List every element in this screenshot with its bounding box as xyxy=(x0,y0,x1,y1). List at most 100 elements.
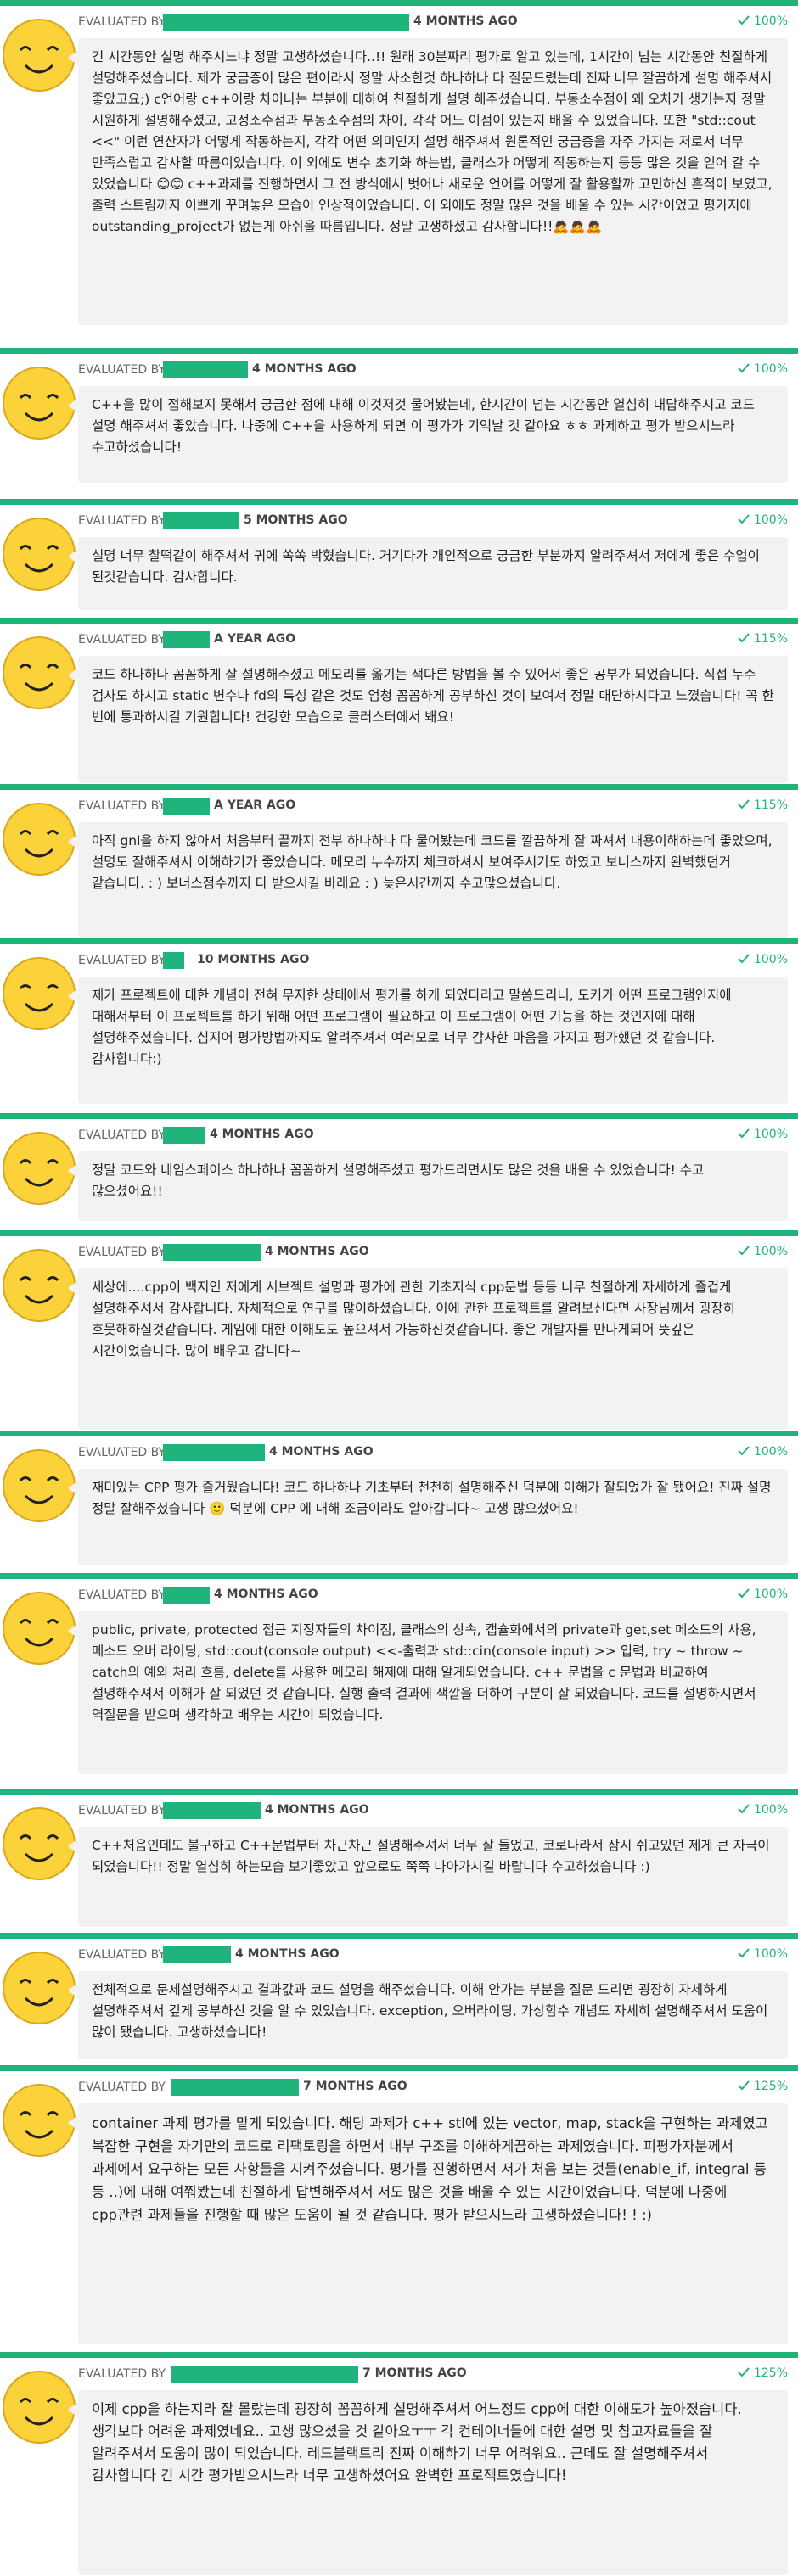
review-header: EVALUATED BY 4 MONTHS AGO 100% xyxy=(78,1127,788,1146)
evaluator-login-redacted[interactable] xyxy=(163,798,210,815)
score-value: 115% xyxy=(753,632,788,646)
review-card: EVALUATED BY 4 MONTHS AGO 100% 긴 시간동안 설명… xyxy=(0,0,798,326)
review-time: 4 MONTHS AGO xyxy=(265,1245,369,1258)
evaluated-by-label: EVALUATED BY xyxy=(78,633,166,647)
review-comment: 전체적으로 문제설명해주시고 결과값과 코드 설명을 해주셨습니다. 이해 안가… xyxy=(68,1971,788,2059)
evaluator-login-redacted[interactable] xyxy=(163,1802,261,1819)
review-score: 100% xyxy=(737,1445,788,1459)
evaluated-by-label: EVALUATED BY xyxy=(78,1948,166,1962)
score-value: 115% xyxy=(753,798,788,812)
review-card: EVALUATED BY 4 MONTHS AGO 100% C++을 많이 접… xyxy=(0,348,798,485)
review-card: EVALUATED BY 10 MONTHS AGO 100% 제가 프로젝트에… xyxy=(0,938,798,1105)
review-score: 100% xyxy=(737,1245,788,1258)
review-header: EVALUATED BY 4 MONTHS AGO 100% xyxy=(78,1587,788,1606)
review-card: EVALUATED BY 5 MONTHS AGO 100% 설명 너무 찰떡같… xyxy=(0,499,798,611)
evaluated-by-label: EVALUATED BY xyxy=(78,15,166,29)
review-header: EVALUATED BY 5 MONTHS AGO 100% xyxy=(78,512,788,532)
evaluator-login-redacted[interactable] xyxy=(163,361,248,378)
evaluated-by-label: EVALUATED BY xyxy=(78,1446,166,1459)
review-comment: 이제 cpp을 하는지라 잘 몰랐는데 굉장히 꼼꼼하게 설명해주셔서 어느정도… xyxy=(68,2390,788,2575)
score-value: 100% xyxy=(753,1588,788,1601)
review-comment: 아직 gnl을 하지 않아서 처음부터 끝까지 전부 하나하나 다 물어봤는데 … xyxy=(68,822,788,938)
review-card: EVALUATED BY 4 MONTHS AGO 100% 정말 코드와 네임… xyxy=(0,1113,798,1222)
review-score: 125% xyxy=(737,2366,788,2380)
review-card: EVALUATED BY 4 MONTHS AGO 100% 재미있는 CPP … xyxy=(0,1431,798,1566)
smiley-face-icon xyxy=(3,518,76,591)
review-time: 5 MONTHS AGO xyxy=(244,513,348,527)
review-header: EVALUATED BY A YEAR AGO 115% xyxy=(78,798,788,817)
evaluator-login-redacted[interactable] xyxy=(163,1946,231,1963)
evaluator-login-redacted[interactable] xyxy=(163,1244,261,1261)
review-comment: 설명 너무 찰떡같이 해주셔서 귀에 쏙쏙 박혔습니다. 거기다가 개인적으로 … xyxy=(68,537,788,610)
smiley-face-icon xyxy=(3,803,76,876)
review-time: 7 MONTHS AGO xyxy=(303,2080,407,2093)
review-comment: public, private, protected 접근 지정자들의 차이점,… xyxy=(68,1611,788,1774)
review-time: 7 MONTHS AGO xyxy=(362,2366,467,2380)
evaluator-login-redacted[interactable] xyxy=(163,631,210,648)
evaluated-by-label: EVALUATED BY xyxy=(78,1588,166,1602)
score-value: 100% xyxy=(753,1445,788,1459)
evaluator-login-redacted[interactable] xyxy=(163,512,239,529)
review-card: EVALUATED BY 4 MONTHS AGO 100% 세상에....cp… xyxy=(0,1230,798,1431)
review-card: EVALUATED BY A YEAR AGO 115% 코드 하나하나 꼼꼼하… xyxy=(0,618,798,784)
review-score: 100% xyxy=(737,513,788,527)
evaluated-by-label: EVALUATED BY xyxy=(78,1128,166,1142)
evaluated-by-label: EVALUATED BY xyxy=(78,799,166,813)
evaluated-by-label: EVALUATED BY xyxy=(78,2080,166,2094)
check-icon xyxy=(738,1948,750,1958)
review-time: 4 MONTHS AGO xyxy=(214,1588,318,1601)
evaluator-login-redacted[interactable] xyxy=(163,14,409,31)
review-card: EVALUATED BY 4 MONTHS AGO 100% C++처음인데도 … xyxy=(0,1789,798,1928)
review-comment: C++처음인데도 불구하고 C++문법부터 차근차근 설명해주셔서 너무 잘 들… xyxy=(68,1827,788,1927)
score-value: 100% xyxy=(753,14,788,28)
review-time: 4 MONTHS AGO xyxy=(269,1445,374,1459)
review-header: EVALUATED BY 4 MONTHS AGO 100% xyxy=(78,361,788,381)
evaluated-by-label: EVALUATED BY xyxy=(78,514,166,528)
review-comment: 정말 코드와 네임스페이스 하나하나 꼼꼼하게 설명해주셨고 평가드리면서도 많… xyxy=(68,1151,788,1221)
review-score: 125% xyxy=(737,2080,788,2093)
evaluator-login-redacted[interactable] xyxy=(163,1587,210,1604)
evaluated-by-label: EVALUATED BY xyxy=(78,2367,166,2381)
score-value: 100% xyxy=(753,1947,788,1961)
review-time: 4 MONTHS AGO xyxy=(265,1803,369,1817)
evaluator-login-redacted[interactable] xyxy=(163,1127,205,1144)
smiley-face-icon xyxy=(3,19,76,92)
check-icon xyxy=(738,363,750,373)
evaluator-login-redacted[interactable] xyxy=(171,2079,299,2096)
check-icon xyxy=(738,1246,750,1256)
check-icon xyxy=(738,514,750,524)
smiley-face-icon xyxy=(3,2371,76,2444)
score-value: 125% xyxy=(753,2080,788,2093)
check-icon xyxy=(738,1446,750,1456)
check-icon xyxy=(738,799,750,809)
score-value: 100% xyxy=(753,1245,788,1258)
review-time: 4 MONTHS AGO xyxy=(252,362,357,376)
evaluator-login-redacted[interactable] xyxy=(163,1444,265,1461)
evaluator-login-redacted[interactable] xyxy=(171,2366,358,2383)
review-score: 100% xyxy=(737,1588,788,1601)
review-time: A YEAR AGO xyxy=(214,798,296,812)
review-card: EVALUATED BY 7 MONTHS AGO 125% 이제 cpp을 하… xyxy=(0,2352,798,2576)
smiley-face-icon xyxy=(3,1592,76,1665)
check-icon xyxy=(738,954,750,964)
review-comment: 제가 프로젝트에 대한 개념이 전혀 무지한 상태에서 평가를 하게 되었다라고… xyxy=(68,977,788,1104)
score-value: 100% xyxy=(753,1128,788,1141)
review-time: 4 MONTHS AGO xyxy=(210,1128,314,1141)
review-comment: container 과제 평가를 맡게 되었습니다. 해당 과제가 c++ st… xyxy=(68,2103,788,2344)
review-score: 100% xyxy=(737,14,788,28)
review-header: EVALUATED BY 4 MONTHS AGO 100% xyxy=(78,14,788,33)
check-icon xyxy=(738,633,750,643)
evaluated-by-label: EVALUATED BY xyxy=(78,1246,166,1259)
review-comment: 세상에....cpp이 백지인 저에게 서브젝트 설명과 평가에 관한 기초지식… xyxy=(68,1268,788,1430)
score-value: 100% xyxy=(753,362,788,376)
check-icon xyxy=(738,1804,750,1814)
evaluated-by-label: EVALUATED BY xyxy=(78,954,166,967)
evaluator-login-redacted[interactable] xyxy=(163,952,184,969)
evaluated-by-label: EVALUATED BY xyxy=(78,1804,166,1817)
review-time: A YEAR AGO xyxy=(214,632,296,646)
review-card: EVALUATED BY 4 MONTHS AGO 100% 전체적으로 문제설… xyxy=(0,1933,798,2059)
review-comment: 긴 시간동안 설명 해주시느냐 정말 고생하셨습니다..!! 원래 30분짜리 … xyxy=(68,38,788,325)
evaluated-by-label: EVALUATED BY xyxy=(78,363,166,377)
review-comment: 재미있는 CPP 평가 즐거웠습니다! 코드 하나하나 기초부터 천천히 설명해… xyxy=(68,1469,788,1565)
review-comment: 코드 하나하나 꼼꼼하게 잘 설명해주셨고 메모리를 옮기는 색다른 방법을 볼… xyxy=(68,656,788,783)
